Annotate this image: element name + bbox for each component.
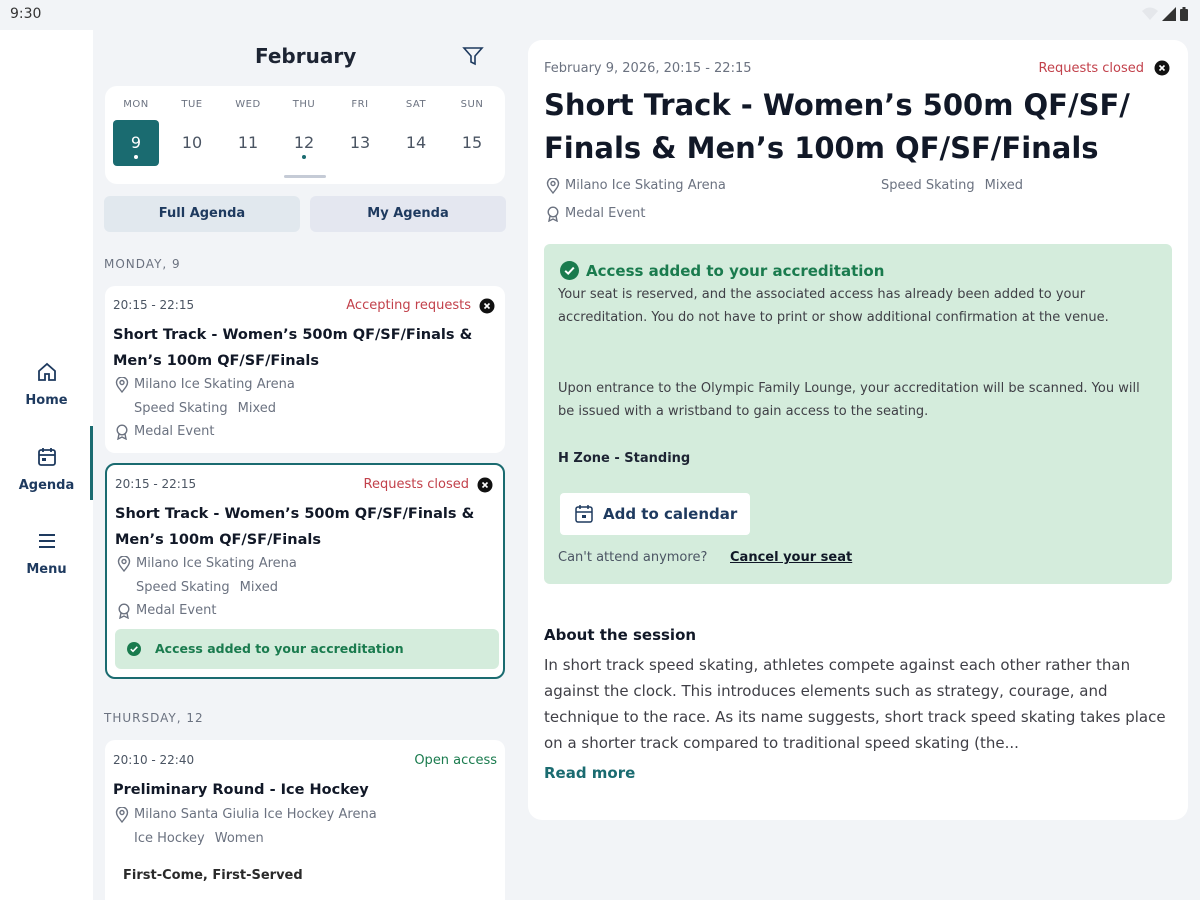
event-title: Preliminary Round - Ice Hockey (113, 782, 369, 798)
nav-item-agenda[interactable]: Agenda (0, 446, 93, 493)
location-pin-icon (115, 377, 129, 393)
nav-label-menu: Menu (26, 562, 67, 577)
month-title: February (255, 44, 357, 68)
close-circle-icon (479, 298, 495, 314)
detail-title: Short Track - Women’s 500m QF/SF/ Finals… (544, 88, 1130, 165)
home-icon (37, 362, 56, 381)
location-pin-icon (117, 556, 131, 572)
detail-tag: Medal Event (565, 206, 646, 221)
event-venue: Milano Ice Skating Arena (136, 556, 297, 571)
event-status: Accepting requests (346, 298, 471, 313)
accreditation-text-1: Your seat is reserved, and the associate… (558, 287, 1109, 325)
week-scroll-indicator (284, 175, 326, 178)
nav-label-home: Home (25, 393, 68, 408)
event-time: 20:15 - 22:15 (115, 477, 197, 491)
filter-icon (462, 47, 484, 66)
event-dot (302, 155, 306, 159)
nav-item-menu[interactable]: Menu (0, 530, 93, 577)
session-detail-panel: February 9, 2026, 20:15 - 22:15 Requests… (528, 40, 1188, 820)
wifi-icon (1142, 7, 1158, 20)
read-more-link[interactable]: Read more (544, 764, 635, 782)
battery-icon (1180, 7, 1188, 21)
about-heading: About the session (544, 626, 697, 644)
calendar-icon (575, 505, 593, 523)
event-sport-info: Ice Hockey Women (134, 831, 264, 846)
detail-sport-info: Speed Skating Mixed (881, 178, 1023, 193)
medal-icon (116, 424, 128, 440)
status-bar: 9:30 (0, 0, 1200, 30)
event-dot (134, 155, 138, 159)
detail-status: Requests closed (1038, 61, 1144, 76)
nav-item-home[interactable]: Home (0, 361, 93, 408)
section-heading-monday: MONDAY, 9 (104, 257, 181, 271)
event-card[interactable]: 20:10 - 22:40 Open access Preliminary Ro… (105, 740, 505, 900)
week-strip: MON 9 TUE 10 WED 11 THU 12 FRI 13 SAT 14… (105, 86, 505, 184)
event-card[interactable]: 20:15 - 22:15 Accepting requests Short T… (105, 286, 505, 453)
close-circle-icon (1154, 60, 1170, 76)
add-to-calendar-button[interactable]: Add to calendar (560, 493, 750, 535)
event-time: 20:10 - 22:40 (113, 753, 195, 767)
location-pin-icon (546, 178, 560, 194)
event-card-selected[interactable]: 20:15 - 22:15 Requests closed Short Trac… (105, 463, 505, 679)
event-status: Requests closed (363, 477, 469, 492)
access-banner: Access added to your accreditation (115, 629, 499, 669)
about-text: In short track speed skating, athletes c… (544, 656, 1166, 752)
section-heading-thursday: THURSDAY, 12 (104, 711, 204, 725)
event-sport-info: Speed Skating Mixed (136, 580, 278, 595)
check-circle-icon (127, 642, 141, 656)
accreditation-text-2: Upon entrance to the Olympic Family Loun… (558, 381, 1140, 419)
filter-button[interactable] (462, 45, 484, 71)
nav-active-indicator (90, 426, 93, 500)
location-pin-icon (115, 807, 129, 823)
tab-my-agenda[interactable]: My Agenda (310, 196, 506, 232)
event-tag: Medal Event (136, 603, 217, 618)
menu-icon (38, 534, 55, 548)
event-title: Short Track - Women’s 500m QF/SF/Finals … (115, 506, 475, 548)
close-circle-icon (477, 477, 493, 493)
status-icons (1142, 7, 1188, 21)
event-venue: Milano Santa Giulia Ice Hockey Arena (134, 807, 377, 822)
event-sport-info: Speed Skating Mixed (134, 401, 276, 416)
navigation-rail: Home Agenda Menu (0, 30, 93, 900)
seat-zone: H Zone - Standing (558, 451, 691, 466)
detail-datetime: February 9, 2026, 20:15 - 22:15 (544, 61, 752, 76)
accreditation-box: Access added to your accreditation Your … (544, 244, 1172, 584)
signal-icon (1162, 7, 1176, 21)
event-time: 20:15 - 22:15 (113, 298, 195, 312)
accreditation-title: Access added to your accreditation (586, 262, 885, 280)
medal-icon (547, 206, 559, 222)
status-time: 9:30 (10, 6, 42, 22)
medal-icon (118, 603, 130, 619)
event-title: Short Track - Women’s 500m QF/SF/Finals … (113, 327, 473, 369)
cant-attend-text: Can't attend anymore? (558, 550, 708, 565)
detail-venue: Milano Ice Skating Arena (565, 178, 726, 193)
event-tag: Medal Event (134, 424, 215, 439)
check-circle-icon (560, 261, 579, 280)
event-venue: Milano Ice Skating Arena (134, 377, 295, 392)
tab-full-agenda[interactable]: Full Agenda (104, 196, 300, 232)
nav-label-agenda: Agenda (18, 478, 75, 493)
event-footer: First-Come, First-Served (123, 868, 303, 883)
calendar-icon (37, 448, 56, 466)
cancel-seat-link[interactable]: Cancel your seat (730, 550, 852, 565)
event-status: Open access (414, 753, 497, 768)
